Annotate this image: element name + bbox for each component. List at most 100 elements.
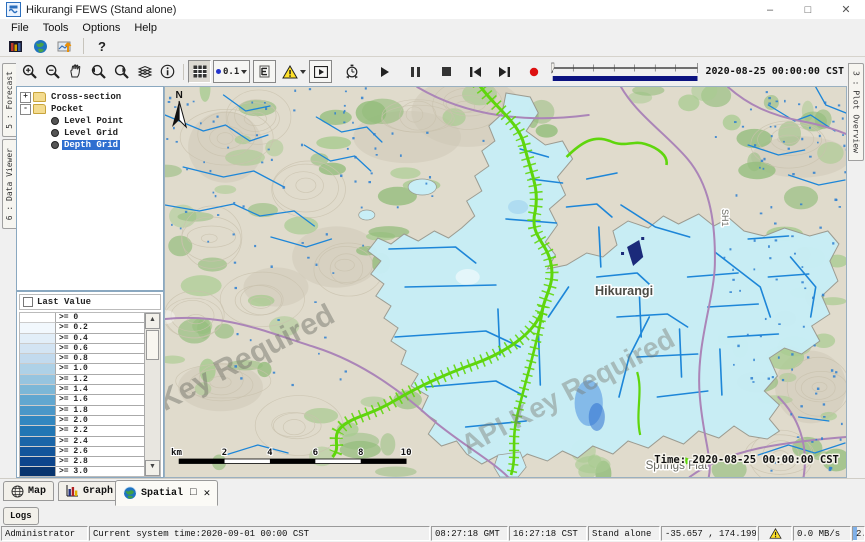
legend-swatch (20, 385, 56, 395)
tree-item[interactable]: Level Point (17, 115, 163, 127)
tree-item-label: Cross-section (49, 92, 123, 102)
tree-item[interactable]: Depth Grid (17, 139, 163, 151)
legend-row: >= 2.6 (20, 447, 144, 457)
main-toolbar: ? (0, 36, 865, 57)
bottom-tab-bar: Map Graph Spatial □ ✕ (0, 478, 865, 507)
tree-item[interactable]: Level Grid (17, 127, 163, 139)
pan-hand-icon[interactable] (64, 60, 87, 83)
maximize-button[interactable]: □ (789, 0, 827, 19)
menu-bar: FileToolsOptionsHelp (0, 19, 865, 36)
legend-row: >= 0.6 (20, 344, 144, 354)
thresholds-dropdown[interactable] (279, 60, 309, 83)
logs-button[interactable]: Logs (3, 507, 39, 525)
legend-label: >= 2.6 (56, 447, 144, 457)
legend-swatch (20, 437, 56, 447)
layers-icon[interactable] (133, 60, 156, 83)
legend-label: >= 2.0 (56, 416, 144, 426)
tree-expander[interactable]: - (20, 104, 31, 115)
legend-label: >= 1.0 (56, 364, 144, 374)
legend-row: >= 2.4 (20, 437, 144, 447)
map-view[interactable]: API Key Required API Key Required Hikura… (164, 86, 847, 478)
tab-restore-icon[interactable]: □ (190, 487, 197, 499)
tree-item[interactable]: + Cross-section (17, 91, 163, 103)
legend-label: >= 1.4 (56, 385, 144, 395)
help-button[interactable]: ? (91, 37, 113, 55)
tree-item-icon (51, 117, 59, 125)
zoom-next-icon[interactable] (110, 60, 133, 83)
spatial-display-icon[interactable] (54, 37, 76, 55)
menu-item[interactable]: File (4, 21, 36, 35)
legend-row: >= 1.4 (20, 385, 144, 395)
close-button[interactable]: ✕ (827, 0, 865, 19)
menu-item[interactable]: Tools (36, 21, 76, 35)
zoom-previous-icon[interactable] (87, 60, 110, 83)
skip-to-start-button[interactable] (464, 60, 487, 83)
status-user: Administrator (1, 526, 88, 541)
map-globe-icon[interactable] (29, 37, 51, 55)
legend-row: >= 1.0 (20, 364, 144, 374)
legend-swatch (20, 447, 56, 457)
scroll-thumb[interactable] (146, 330, 159, 360)
title-bar: Hikurangi FEWS (Stand alone) – □ ✕ (0, 0, 865, 20)
tab-spatial[interactable]: Spatial □ ✕ (115, 480, 218, 506)
legend-row: >= 0.2 (20, 323, 144, 333)
tab-graph[interactable]: Graph (58, 481, 121, 501)
scroll-up-icon[interactable]: ▲ (145, 313, 160, 329)
zoom-in-icon[interactable] (18, 60, 41, 83)
legend-row: >= 0.4 (20, 334, 144, 344)
tree-expander[interactable]: + (20, 92, 31, 103)
tab-map[interactable]: Map (3, 481, 54, 501)
status-coordinates: -35.657 , 174.199 (661, 526, 757, 541)
legend-swatch (20, 344, 56, 354)
grid-display-toggle[interactable] (188, 60, 211, 83)
left-tab-strip: 5 : Forecast 6 : Data Viewer (0, 57, 16, 478)
explorer-icon[interactable] (4, 37, 26, 55)
legend-row: >= 3.0 (20, 467, 144, 476)
timeline-slider[interactable] (551, 60, 699, 84)
tree-item-icon (51, 129, 59, 137)
svg-text:N: N (175, 90, 182, 101)
legend-label: >= 0.2 (56, 323, 144, 333)
export-timeseries-icon[interactable] (340, 60, 363, 83)
legend-row: >= 2.8 (20, 457, 144, 467)
tree-item-icon (33, 92, 46, 102)
legend-swatch (20, 323, 56, 333)
menu-item[interactable]: Help (127, 21, 164, 35)
tab-close-icon[interactable]: ✕ (204, 486, 211, 500)
legend-label: >= 0.6 (56, 344, 144, 354)
zoom-out-icon[interactable] (41, 60, 64, 83)
svg-text:8: 8 (358, 448, 363, 458)
legend-scrollbar[interactable]: ▲ ▼ (144, 313, 160, 476)
label-display-icon[interactable] (253, 60, 276, 83)
record-button[interactable] (522, 60, 545, 83)
wire-globe-icon (11, 485, 24, 498)
stop-button[interactable] (435, 60, 458, 83)
menu-item[interactable]: Options (75, 21, 127, 35)
grid-dot-icon (216, 69, 221, 74)
map-time-label: Time: 2020-08-25 00:00:00 CST (654, 454, 839, 466)
window-title: Hikurangi FEWS (Stand alone) (26, 4, 176, 16)
tab-data-viewer[interactable]: 6 : Data Viewer (2, 139, 17, 229)
legend-row: >= 0.8 (20, 354, 144, 364)
animation-player-icon[interactable] (309, 60, 332, 83)
logs-row: Logs (0, 506, 865, 525)
minimize-button[interactable]: – (751, 0, 789, 19)
right-tab-strip: 3 : Plot Overview (847, 57, 865, 478)
map-toolbar: 0.1 (16, 57, 847, 86)
info-icon[interactable] (156, 60, 179, 83)
play-button[interactable] (373, 60, 396, 83)
scroll-down-icon[interactable]: ▼ (145, 460, 160, 476)
last-value-checkbox[interactable] (23, 297, 33, 307)
skip-to-end-button[interactable] (493, 60, 516, 83)
status-local-time: 16:27:18 CST (509, 526, 587, 541)
toolbar-separator (183, 64, 184, 80)
legend-swatch (20, 467, 56, 476)
status-warning-cell[interactable] (758, 526, 792, 541)
tab-forecast[interactable]: 5 : Forecast (2, 63, 17, 137)
pause-button[interactable] (404, 60, 427, 83)
legend-label: >= 0.4 (56, 334, 144, 344)
tree-item[interactable]: - Pocket (17, 103, 163, 115)
tab-plot-overview[interactable]: 3 : Plot Overview (848, 63, 864, 161)
grid-interval-dropdown[interactable]: 0.1 (213, 60, 250, 83)
chevron-down-icon (241, 70, 247, 74)
